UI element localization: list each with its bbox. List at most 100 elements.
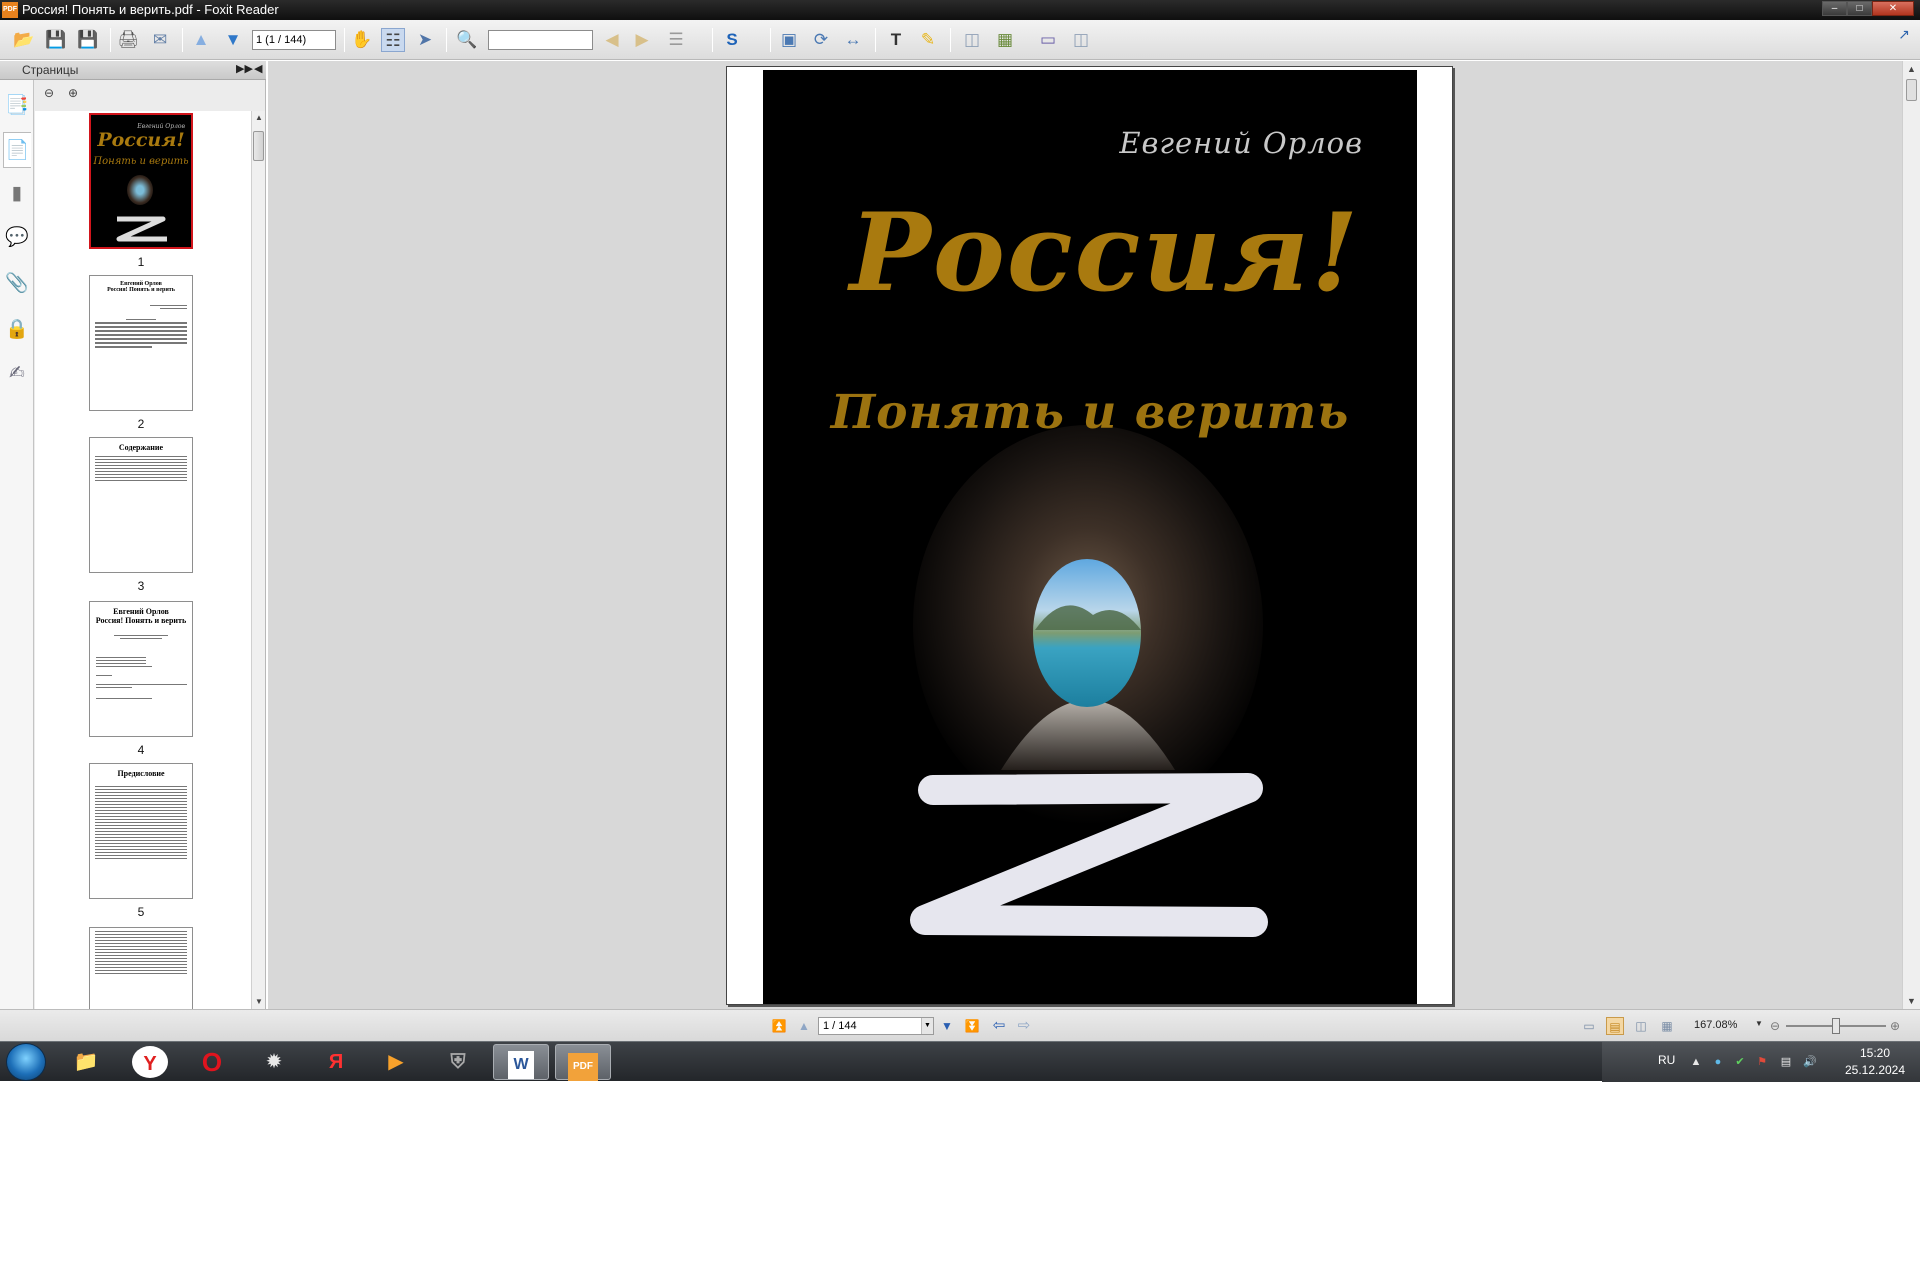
cover-author: Евгений Орлов — [1119, 126, 1363, 160]
find-next-icon[interactable]: ▶ — [630, 28, 654, 52]
thumbnail-label: 4 — [137, 743, 145, 757]
facing-view-icon[interactable]: ◫ — [1632, 1017, 1650, 1035]
show-hidden-icons-icon[interactable]: ▲ — [1688, 1054, 1704, 1070]
zoom-slider-handle[interactable] — [1832, 1018, 1840, 1034]
scroll-up-arrow-icon[interactable]: ▲ — [1903, 61, 1920, 77]
security-tab-icon[interactable]: 🔒 — [3, 312, 31, 348]
zoom-in-icon[interactable]: ⊕ — [1886, 1017, 1904, 1035]
back-arrow-icon[interactable]: ⇦ — [990, 1017, 1008, 1035]
note-icon[interactable]: ✎ — [916, 28, 940, 52]
security-status-icon[interactable]: ✔ — [1732, 1054, 1748, 1070]
thumbnail-page-1[interactable]: Евгений Орлов Россия! Понять и верить — [89, 113, 193, 249]
scroll-down-arrow-icon[interactable]: ▼ — [252, 995, 266, 1009]
scrollbar-thumb[interactable] — [1906, 79, 1917, 101]
previous-page-icon[interactable]: ▲ — [189, 28, 213, 52]
attachments-tab-icon[interactable]: 📎 — [3, 266, 31, 302]
network-app-icon[interactable]: ● — [1710, 1054, 1726, 1070]
rotate-icon[interactable]: ⟳ — [809, 28, 833, 52]
zoom-out-thumbnail-icon[interactable]: ⊖ — [40, 85, 58, 101]
page-number-input[interactable]: 1 (1 / 144) — [252, 30, 336, 50]
minimize-button[interactable]: – — [1822, 1, 1847, 16]
close-button[interactable]: ✕ — [1872, 1, 1914, 16]
pdf-page[interactable]: Евгений Орлов Россия! Понять и верить — [726, 66, 1453, 1005]
last-page-icon[interactable]: ⏬ — [963, 1017, 981, 1035]
thumbnail-page-4[interactable]: Евгений Орлов Россия! Понять и верить — [89, 601, 193, 737]
document-view[interactable]: Евгений Орлов Россия! Понять и верить — [268, 61, 1902, 1009]
find-options-icon[interactable]: ☰ — [664, 28, 688, 52]
single-page-icon[interactable]: ▭ — [1036, 28, 1060, 52]
comments-tab-icon[interactable]: 💬 — [3, 220, 31, 256]
pages-tab-icon[interactable]: 📄 — [3, 132, 31, 168]
explorer-icon[interactable]: 📁 — [58, 1044, 114, 1080]
select-text-icon[interactable]: ☷ — [381, 28, 405, 52]
language-indicator[interactable]: RU — [1658, 1053, 1675, 1067]
panel-options-icon[interactable]: ▶▶ — [236, 62, 253, 75]
single-page-view-icon[interactable]: ▭ — [1580, 1017, 1598, 1035]
pages-icon[interactable]: ◫ — [960, 28, 984, 52]
zoom-dropdown-icon[interactable]: ▼ — [1755, 1019, 1763, 1028]
notification-icon[interactable]: ⚑ — [1754, 1054, 1770, 1070]
zoom-out-icon[interactable]: ⊖ — [1766, 1017, 1784, 1035]
opera-icon[interactable]: O — [184, 1044, 240, 1080]
media-player-icon[interactable]: ✹ — [246, 1044, 302, 1080]
find-prev-icon[interactable]: ◀ — [600, 28, 624, 52]
foxit-reader-task[interactable]: PDF — [555, 1044, 611, 1081]
network-icon[interactable]: ▤ — [1778, 1054, 1794, 1070]
hand-tool-icon[interactable]: ✋ — [350, 28, 374, 52]
forward-arrow-icon[interactable]: ⇨ — [1015, 1017, 1033, 1035]
expand-icon[interactable]: ↗ — [1894, 24, 1914, 44]
open-icon[interactable]: 📂 — [12, 28, 36, 52]
yandex-icon[interactable]: Я — [308, 1044, 364, 1080]
document-scrollbar[interactable]: ▲ ▼ — [1902, 61, 1920, 1009]
maximize-button[interactable]: □ — [1847, 1, 1872, 16]
scroll-down-arrow-icon[interactable]: ▼ — [1903, 993, 1920, 1009]
thumbnail-page-6[interactable] — [89, 927, 193, 1009]
first-page-icon[interactable]: ⏫ — [770, 1017, 788, 1035]
two-page-icon[interactable]: ◫ — [1069, 28, 1093, 52]
find-icon[interactable]: 🔍 — [455, 28, 479, 52]
typewriter-icon[interactable]: T — [884, 28, 908, 52]
email-icon[interactable]: ✉ — [148, 28, 172, 52]
clock-time[interactable]: 15:20 — [1840, 1046, 1910, 1060]
thumbnail-page-3[interactable]: Содержание — [89, 437, 193, 573]
ms-word-icon[interactable]: W — [493, 1044, 549, 1080]
zoom-in-thumbnail-icon[interactable]: ⊕ — [64, 85, 82, 101]
layout-icon[interactable]: ▦ — [993, 28, 1017, 52]
video-player-icon[interactable]: ▶ — [368, 1044, 424, 1080]
next-page-icon[interactable]: ▼ — [938, 1017, 956, 1035]
continuous-facing-view-icon[interactable]: ▦ — [1658, 1017, 1676, 1035]
save-as-icon[interactable]: 💾 — [76, 28, 100, 52]
scroll-up-arrow-icon[interactable]: ▲ — [252, 111, 266, 125]
thumbnail-page-5[interactable]: Предисловие — [89, 763, 193, 899]
scrollbar-thumb[interactable] — [253, 131, 264, 161]
chevron-down-icon[interactable]: ▼ — [921, 1018, 933, 1034]
book-cover: Евгений Орлов Россия! Понять и верить — [763, 70, 1417, 1004]
volume-icon[interactable]: 🔊 — [1802, 1054, 1818, 1070]
fit-page-icon[interactable]: ▣ — [777, 28, 801, 52]
snapshot-icon[interactable]: S — [720, 28, 744, 52]
thumbnail-scrollbar[interactable]: ▲ ▼ — [251, 111, 265, 1009]
previous-page-icon[interactable]: ▲ — [795, 1017, 813, 1035]
print-icon[interactable]: 🖨 — [116, 28, 140, 52]
start-button[interactable] — [6, 1043, 46, 1081]
side-tab-bar: 📑 📄 ▮ 💬 📎 🔒 ✍ — [0, 80, 34, 1009]
fit-width-icon[interactable]: ↔ — [841, 28, 865, 52]
search-input[interactable] — [488, 30, 593, 50]
clock-date[interactable]: 25.12.2024 — [1836, 1063, 1914, 1077]
thumbnail-page-2[interactable]: Евгений Орлов Россия! Понять и верить — [89, 275, 193, 411]
select-icon[interactable]: ➤ — [413, 28, 437, 52]
thumb-title: Предисловие — [117, 769, 165, 778]
next-page-icon[interactable]: ▼ — [221, 28, 245, 52]
thumbnail-label: 5 — [137, 905, 145, 919]
toolbar-separator — [950, 28, 951, 52]
continuous-view-icon[interactable]: ▤ — [1606, 1017, 1624, 1035]
layers-tab-icon[interactable]: ▮ — [3, 176, 31, 212]
save-icon[interactable]: 💾 — [44, 28, 68, 52]
bookmarks-tab-icon[interactable]: 📑 — [3, 88, 31, 124]
signatures-tab-icon[interactable]: ✍ — [3, 356, 31, 392]
page-indicator-input[interactable]: 1 / 144 ▼ — [818, 1017, 934, 1035]
pdf-icon: PDF — [568, 1053, 598, 1081]
yandex-browser-icon[interactable]: Y — [132, 1046, 168, 1078]
shield-app-icon[interactable]: ⛨ — [430, 1044, 486, 1080]
panel-collapse-icon[interactable]: ◀ — [254, 62, 262, 75]
